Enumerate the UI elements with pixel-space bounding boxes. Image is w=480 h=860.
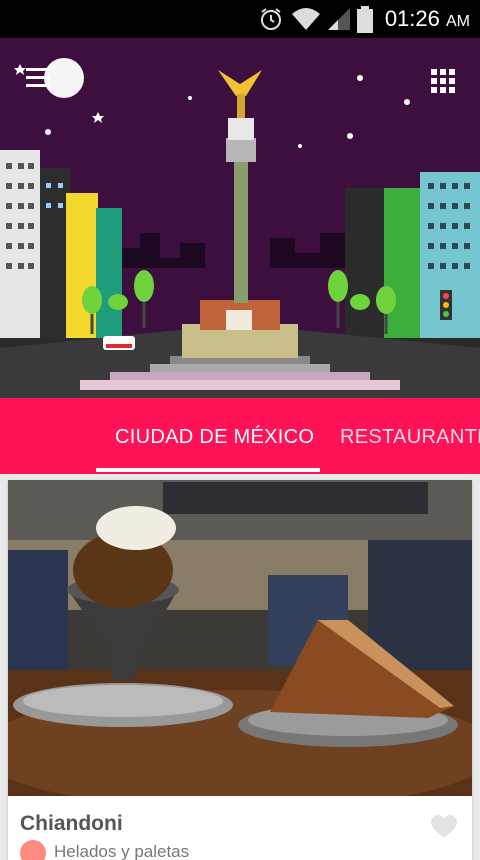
place-title: Chiandoni <box>20 812 123 835</box>
tab-ciudad-de-mexico[interactable]: CIUDAD DE MÉXICO <box>115 426 314 449</box>
heart-icon <box>431 815 457 838</box>
clock-ampm: AM <box>446 13 470 30</box>
grid-icon <box>431 69 455 93</box>
place-card[interactable]: Chiandoni Helados y paletas <box>8 480 472 860</box>
tab-bar: CIUDAD DE MÉXICO RESTAURANTES <box>0 398 480 474</box>
menu-button[interactable] <box>26 56 86 100</box>
alarm-icon <box>261 8 281 30</box>
clock: 01:26 AM <box>385 6 470 32</box>
menu-icon <box>26 58 84 98</box>
wifi-icon <box>292 8 320 30</box>
tab-restaurantes[interactable]: RESTAURANTES <box>340 426 480 449</box>
signal-icon <box>328 8 350 30</box>
category-icon <box>20 840 46 860</box>
favorite-button[interactable] <box>430 814 458 845</box>
status-bar: 01:26 AM <box>0 0 480 38</box>
place-photo <box>8 480 472 796</box>
clock-time: 01:26 <box>384 6 440 31</box>
dessert-photo <box>8 480 472 796</box>
tab-selected-indicator <box>96 468 320 472</box>
grid-menu-button[interactable] <box>430 68 456 94</box>
header-illustration <box>0 38 480 398</box>
place-category: Helados y paletas <box>54 842 190 860</box>
battery-icon <box>357 6 373 33</box>
